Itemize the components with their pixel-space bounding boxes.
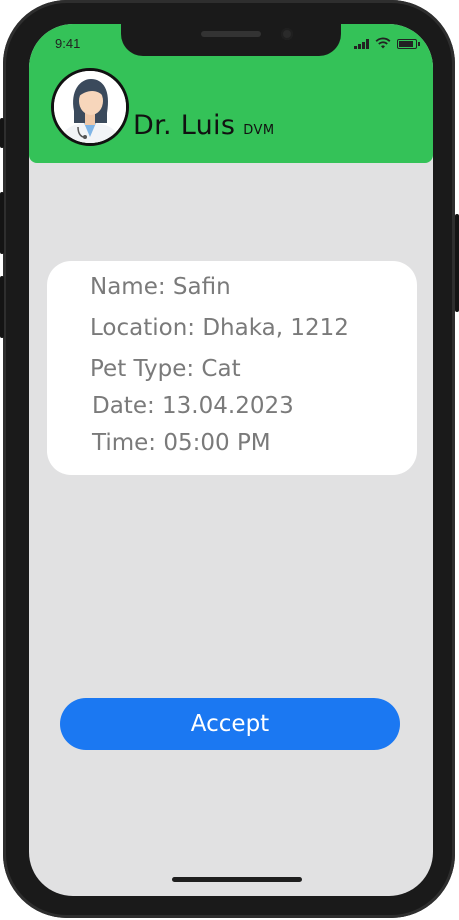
volume-up-button bbox=[0, 192, 4, 254]
battery-icon bbox=[397, 39, 420, 49]
power-button bbox=[455, 214, 459, 312]
app-header: 9:41 Dr. Luis DVM bbox=[29, 24, 433, 163]
appointment-date: Date: 13.04.2023 bbox=[92, 393, 294, 419]
pet-type: Pet Type: Cat bbox=[90, 356, 241, 382]
status-icons bbox=[354, 37, 420, 49]
camera bbox=[281, 28, 293, 40]
speaker bbox=[201, 31, 261, 37]
appointment-time: Time: 05:00 PM bbox=[92, 430, 271, 456]
doctor-name-text: Dr. Luis bbox=[133, 110, 236, 141]
phone-frame: 9:41 Dr. Luis DVM Name: Safin Location: … bbox=[3, 0, 455, 918]
doctor-avatar-icon bbox=[51, 68, 129, 146]
appointment-card: Name: Safin Location: Dhaka, 1212 Pet Ty… bbox=[47, 261, 417, 475]
accept-button[interactable]: Accept bbox=[60, 698, 400, 750]
status-time: 9:41 bbox=[55, 36, 81, 51]
wifi-icon bbox=[375, 37, 391, 49]
doctor-title: DVM bbox=[243, 123, 275, 138]
notch bbox=[121, 24, 341, 56]
owner-location: Location: Dhaka, 1212 bbox=[90, 315, 349, 341]
pet-owner-name: Name: Safin bbox=[90, 274, 231, 300]
doctor-name: Dr. Luis DVM bbox=[133, 110, 275, 141]
screen: 9:41 Dr. Luis DVM Name: Safin Location: … bbox=[29, 24, 433, 896]
signal-icon bbox=[354, 39, 369, 49]
home-indicator[interactable] bbox=[172, 877, 302, 882]
mute-switch bbox=[0, 118, 4, 148]
volume-down-button bbox=[0, 276, 4, 338]
